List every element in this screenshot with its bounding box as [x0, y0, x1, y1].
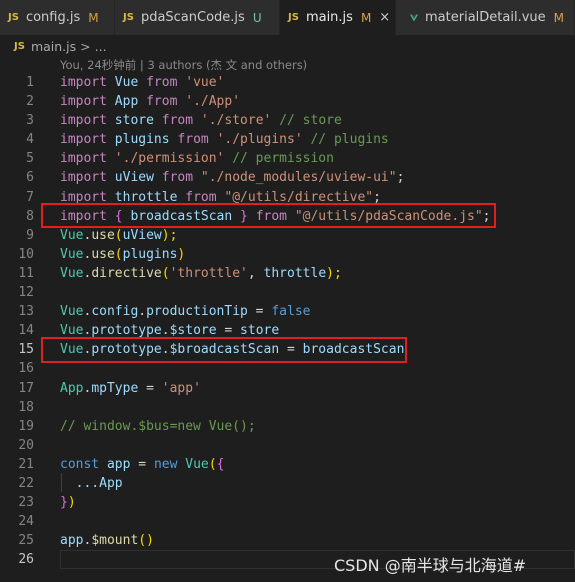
line-number: 11: [18, 265, 34, 281]
git-blame-codelens[interactable]: You, 24秒钟前 | 3 authors (杰 文 and others): [60, 57, 307, 73]
js-file-icon: JS: [8, 12, 19, 23]
highlight-box-import: [41, 203, 496, 228]
line-number: 13: [18, 304, 34, 320]
line-number: 17: [18, 380, 34, 396]
tab-label: pdaScanCode.js: [140, 10, 245, 25]
close-icon[interactable]: ×: [379, 10, 390, 25]
line-number: 16: [18, 361, 34, 377]
js-file-icon: JS: [123, 12, 134, 23]
code-line-2: 2 import App from './App': [0, 92, 575, 111]
line-number: 10: [18, 246, 34, 262]
line-number: 6: [26, 170, 34, 186]
line-number: 1: [26, 75, 34, 90]
code-line-1: 1 import Vue from 'vue': [0, 73, 575, 92]
code-line-9: 9 Vue.use(uView);: [0, 226, 575, 245]
line-number: 9: [26, 227, 34, 243]
code-line-12: 12: [0, 283, 575, 302]
code-line-4: 4 import plugins from './plugins' // plug…: [0, 130, 575, 149]
code-line-24: 24: [0, 512, 575, 531]
code-line-6: 6 import uView from "./node_modules/uview…: [0, 168, 575, 187]
breadcrumb-separator: >: [80, 38, 91, 54]
line-number: 8: [26, 208, 34, 224]
vue-file-icon: [410, 14, 419, 21]
breadcrumb-file[interactable]: main.js: [31, 39, 76, 54]
line-number: 12: [18, 285, 34, 301]
code-line-5: 5 import './permission' // permission: [0, 149, 575, 168]
tab-pdascancode-js[interactable]: JS pdaScanCode.js U: [115, 0, 280, 35]
line-number: 22: [18, 475, 34, 491]
line-number: 3: [26, 113, 34, 129]
line-number: 7: [26, 189, 34, 205]
modified-badge: M: [360, 10, 372, 25]
line-number: 4: [26, 132, 34, 148]
tab-label: config.js: [25, 10, 81, 25]
code-line-20: 20: [0, 436, 575, 455]
tab-label: materialDetail.vue: [425, 10, 546, 25]
breadcrumb-more[interactable]: ...: [95, 39, 107, 54]
breadcrumb: JS main.js > ...: [0, 35, 575, 57]
js-file-icon: JS: [288, 12, 299, 23]
watermark: CSDN @南半球与北海道#: [334, 556, 527, 575]
modified-badge: M: [88, 10, 99, 25]
code-line-22: 22 ...App: [0, 474, 575, 493]
line-number: 23: [18, 495, 34, 511]
tab-bar: JS config.js M JS pdaScanCode.js U JS ma…: [0, 0, 575, 35]
code-line-17: 17 App.mpType = 'app': [0, 379, 575, 398]
code-line-3: 3 import store from './store' // store: [0, 111, 575, 130]
modified-badge: M: [553, 10, 564, 25]
line-number: 24: [18, 514, 34, 530]
code-line-18: 18: [0, 398, 575, 417]
line-number: 15: [18, 342, 34, 358]
line-number: 25: [18, 533, 34, 549]
tab-config-js[interactable]: JS config.js M: [0, 0, 115, 35]
code-line-25: 25 app.$mount(): [0, 531, 575, 550]
tab-materialdetail-vue[interactable]: materialDetail.vue M: [396, 0, 575, 35]
line-number: 5: [26, 151, 34, 167]
line-number: 18: [18, 399, 34, 415]
code-line-21: 21 const app = new Vue({: [0, 455, 575, 474]
line-number: 20: [18, 437, 34, 453]
line-number: 14: [18, 323, 34, 339]
js-file-icon: JS: [14, 40, 25, 52]
untracked-badge: U: [252, 10, 262, 25]
code-line-23: 23}): [0, 493, 575, 512]
highlight-box-prototype: [41, 337, 407, 363]
code-line-11: 11 Vue.directive('throttle', throttle);: [0, 264, 575, 283]
line-number: 21: [18, 456, 34, 472]
tab-main-js[interactable]: JS main.js M ×: [280, 0, 396, 35]
line-number: 2: [26, 94, 34, 110]
code-line-13: 13 Vue.config.productionTip = false: [0, 302, 575, 321]
code-editor[interactable]: 1 import Vue from 'vue' 2 import App from …: [0, 73, 575, 570]
line-number: 19: [18, 418, 34, 434]
tab-label: main.js: [305, 10, 353, 25]
code-line-10: 10 Vue.use(plugins): [0, 245, 575, 264]
code-line-19: 19// window.$bus=new Vue();: [0, 417, 575, 436]
line-number: 26: [18, 552, 34, 568]
